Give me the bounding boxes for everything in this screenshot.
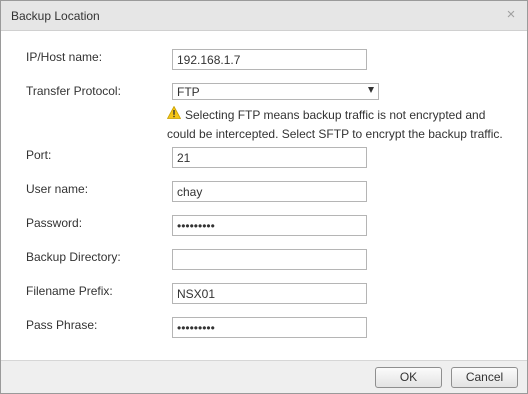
host-input[interactable]: [172, 49, 367, 70]
close-icon[interactable]: ×: [504, 7, 518, 22]
chevron-down-icon: [368, 87, 374, 93]
backup-location-dialog: Backup Location × IP/Host name: Transfer…: [0, 0, 528, 394]
filename-prefix-label: Filename Prefix:: [26, 284, 113, 298]
protocol-warning-text: Selecting FTP means backup traffic is no…: [167, 108, 503, 141]
username-label: User name:: [26, 182, 89, 196]
protocol-selected-value: FTP: [177, 85, 200, 99]
ok-button[interactable]: OK: [375, 367, 442, 388]
password-input[interactable]: [172, 215, 367, 236]
cancel-button[interactable]: Cancel: [451, 367, 518, 388]
username-input[interactable]: [172, 181, 367, 202]
filename-prefix-input[interactable]: [172, 283, 367, 304]
backup-directory-input[interactable]: [172, 249, 367, 270]
protocol-label: Transfer Protocol:: [26, 84, 121, 98]
port-input[interactable]: [172, 147, 367, 168]
dialog-footer: OK Cancel: [1, 360, 527, 393]
port-label: Port:: [26, 148, 52, 162]
backup-directory-label: Backup Directory:: [26, 250, 121, 264]
host-label: IP/Host name:: [26, 50, 103, 64]
protocol-select[interactable]: FTP: [172, 83, 379, 100]
dialog-titlebar: Backup Location ×: [1, 1, 527, 31]
pass-phrase-label: Pass Phrase:: [26, 318, 98, 332]
password-label: Password:: [26, 216, 83, 230]
dialog-title: Backup Location: [11, 9, 100, 23]
pass-phrase-input[interactable]: [172, 317, 367, 338]
